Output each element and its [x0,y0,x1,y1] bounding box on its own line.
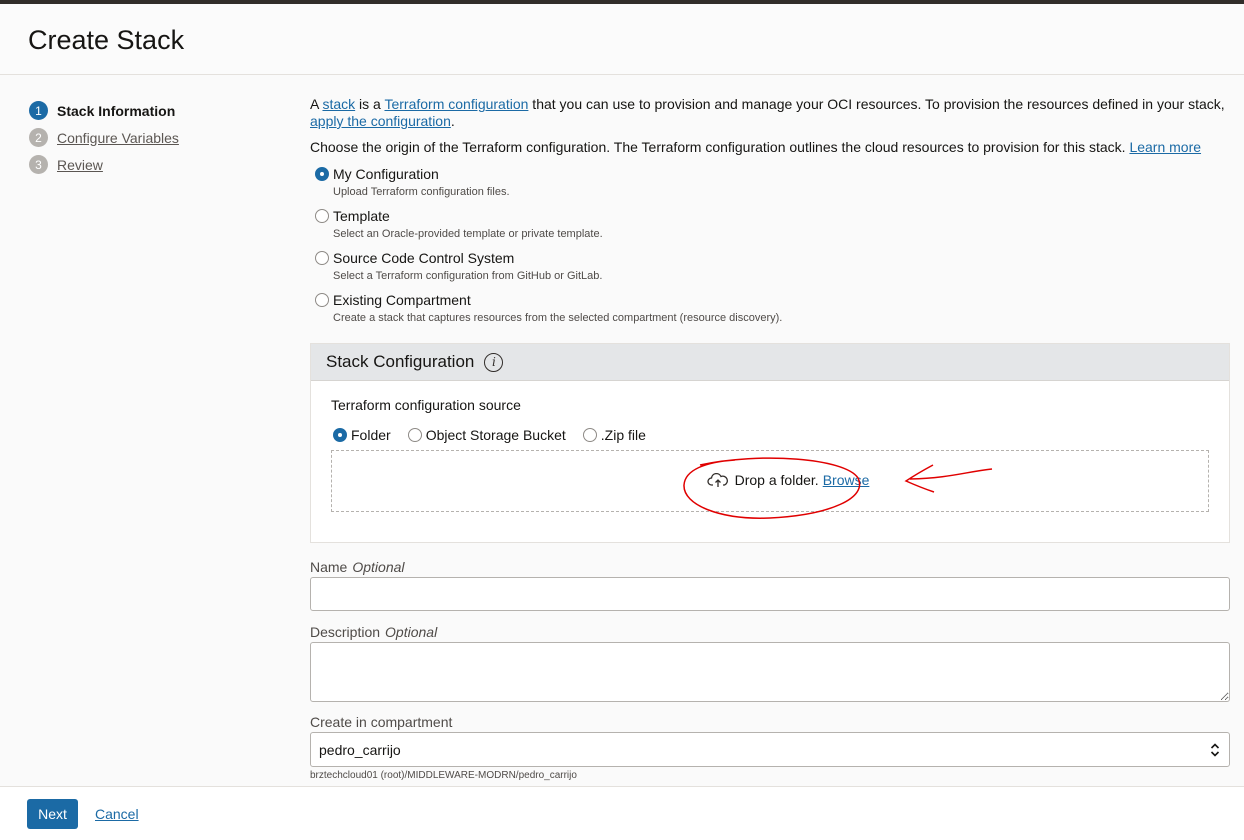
config-source-radio-group: Folder Object Storage Bucket .Zip file [333,426,1209,444]
origin-radio-group: My Configuration Upload Terraform config… [315,165,1230,333]
origin-template: Template Select an Oracle-provided templ… [315,207,1230,249]
step-number: 2 [29,128,48,147]
template-radio-row[interactable]: Template [315,207,1230,225]
drop-folder-text: Drop a folder. [734,472,819,488]
compartment-value: pedro_carrijo [319,741,401,758]
source-code-radio-row[interactable]: Source Code Control System [315,249,1230,267]
name-label: Name Optional [310,559,405,575]
radio-button[interactable] [315,209,329,223]
radio-button[interactable] [315,293,329,307]
source-bucket-radio-row[interactable]: Object Storage Bucket [407,426,566,444]
radio-label: Source Code Control System [333,250,515,266]
radio-description: Select a Terraform configuration from Gi… [333,270,603,282]
step-label: Review [57,156,103,173]
radio-button[interactable] [333,428,347,442]
apply-configuration-link[interactable]: apply the configuration [310,113,451,129]
description-textarea[interactable] [310,642,1230,702]
panel-title: Stack Configuration [326,352,475,371]
radio-button[interactable] [407,428,422,442]
radio-label: My Configuration [333,166,439,182]
page-header: Create Stack [0,4,1244,75]
compartment-path: brztechcloud01 (root)/MIDDLEWARE-MODRN/p… [310,770,577,781]
cancel-link[interactable]: Cancel [95,806,139,822]
radio-label: Object Storage Bucket [425,427,566,443]
radio-description: Select an Oracle-provided template or pr… [333,228,603,240]
folder-dropzone[interactable]: Drop a folder. Browse [331,450,1209,512]
step-configure-variables[interactable]: 2 Configure Variables [29,124,179,151]
step-stack-information[interactable]: 1 Stack Information [29,97,179,124]
radio-description: Create a stack that captures resources f… [333,312,783,324]
origin-existing-compartment: Existing Compartment Create a stack that… [315,291,1230,333]
browse-link[interactable]: Browse [823,472,870,488]
cloud-upload-icon [706,472,728,487]
step-number: 1 [29,101,48,120]
radio-description: Upload Terraform configuration files. [333,186,510,198]
name-input[interactable] [310,577,1230,611]
radio-button[interactable] [582,428,597,442]
origin-description: Choose the origin of the Terraform confi… [310,139,1202,155]
radio-label: .Zip file [600,427,646,443]
panel-header: Stack Configuration i [311,344,1229,381]
wizard-steps: 1 Stack Information 2 Configure Variable… [29,97,179,178]
main-content: A stack is a Terraform configuration tha… [310,96,1230,333]
page-title: Create Stack [28,25,185,55]
stack-link[interactable]: stack [322,96,355,112]
panel-body: Terraform configuration source Folder Ob… [311,381,1229,512]
config-source-label: Terraform configuration source [331,397,521,413]
dropzone-content: Drop a folder. Browse [706,472,870,488]
description-label: Description Optional [310,624,438,640]
learn-more-link[interactable]: Learn more [1129,139,1201,155]
footer: Next Cancel [0,786,1244,840]
radio-label: Template [333,208,390,224]
my-configuration-radio-row[interactable]: My Configuration [315,165,1230,183]
radio-button[interactable] [315,251,329,265]
next-button[interactable]: Next [27,799,78,829]
select-chevron-icon [1210,742,1220,757]
origin-my-configuration: My Configuration Upload Terraform config… [315,165,1230,207]
step-label: Stack Information [57,102,176,119]
existing-compartment-radio-row[interactable]: Existing Compartment [315,291,1230,309]
compartment-select[interactable]: pedro_carrijo [310,732,1230,767]
info-icon[interactable]: i [484,352,504,372]
radio-label: Folder [351,427,391,443]
step-review[interactable]: 3 Review [29,151,179,178]
compartment-label: Create in compartment [310,714,453,730]
step-number: 3 [29,155,48,174]
source-folder-radio-row[interactable]: Folder [333,426,391,444]
radio-label: Existing Compartment [333,292,471,308]
source-zip-radio-row[interactable]: .Zip file [582,426,646,444]
origin-source-code-control: Source Code Control System Select a Terr… [315,249,1230,291]
intro-text: A stack is a Terraform configuration tha… [310,96,1225,129]
radio-button[interactable] [315,167,329,181]
step-label: Configure Variables [57,129,179,146]
terraform-configuration-link[interactable]: Terraform configuration [384,96,528,112]
stack-configuration-panel: Stack Configuration i Terraform configur… [310,343,1230,543]
